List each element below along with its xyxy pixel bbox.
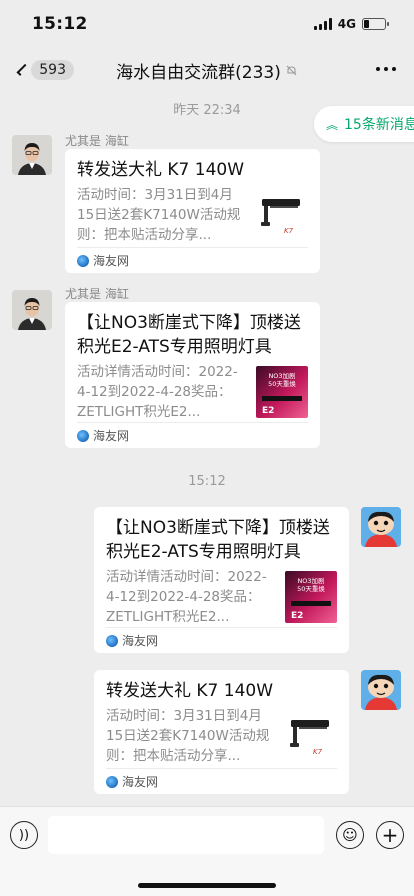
- double-chevron-up-icon: ︽: [326, 117, 339, 132]
- source-name: 海友网: [122, 775, 159, 789]
- avatar-self[interactable]: [361, 507, 401, 547]
- status-bar: 15:12 4G: [0, 0, 414, 48]
- mute-bell-icon: [286, 65, 297, 76]
- avatar-sender[interactable]: [12, 135, 52, 175]
- card-description: 活动时间：3月31日到4月15日送2套K7140W活动规则：把本贴活动分享...: [106, 708, 270, 764]
- link-card[interactable]: 转发送大礼 K7 140W 活动时间：3月31日到4月15日送2套K7140W活…: [65, 149, 320, 273]
- battery-level: [364, 20, 369, 28]
- more-options-button[interactable]: [376, 67, 396, 71]
- chat-title-wrap: 海水自由交流群(233): [0, 58, 414, 83]
- svg-text:K7: K7: [284, 227, 294, 235]
- card-source: 海友网: [77, 422, 308, 448]
- source-logo-icon: [106, 634, 118, 647]
- voice-button[interactable]: )): [10, 821, 38, 849]
- message-input[interactable]: [48, 816, 324, 854]
- chat-area[interactable]: 昨天 22:34 ︽ 15条新消息 尤其是 海缸 转发送大礼 K7 140W 活…: [0, 92, 414, 806]
- promo-line-1: NO3加剧: [268, 371, 295, 380]
- plus-icon: +: [381, 823, 399, 847]
- promo-brand: E2: [262, 406, 274, 416]
- card-source: 海友网: [106, 768, 337, 794]
- card-title: 【让NO3断崖式下降】顶楼送积光E2-ATS专用照明灯具: [77, 313, 301, 357]
- card-thumbnail: K7: [285, 710, 337, 762]
- card-description: 活动详情活动时间：2022-4-12到2022-4-28奖品：ZETLIGHT积…: [77, 364, 238, 420]
- status-icons: 4G: [313, 17, 389, 31]
- source-name: 海友网: [122, 634, 159, 648]
- card-thumbnail: NO3加剧 50天重焕 E2: [256, 366, 308, 418]
- promo-line-1: NO3加剧: [297, 576, 324, 585]
- source-logo-icon: [77, 429, 89, 442]
- avatar-sender[interactable]: [12, 290, 52, 330]
- new-messages-button[interactable]: ︽ 15条新消息: [314, 106, 414, 142]
- sender-name: 尤其是 海缸: [65, 134, 129, 148]
- timestamp-today: 15:12: [188, 474, 226, 489]
- voice-icon: )): [18, 827, 30, 843]
- smiley-icon: ☺: [342, 826, 358, 844]
- card-description: 活动详情活动时间：2022-4-12到2022-4-28奖品：ZETLIGHT积…: [106, 569, 267, 625]
- card-title: 转发送大礼 K7 140W: [106, 681, 274, 701]
- source-name: 海友网: [93, 254, 130, 268]
- source-logo-icon: [106, 775, 118, 788]
- message-input-bar: )) ☺ +: [0, 806, 414, 896]
- link-card[interactable]: 转发送大礼 K7 140W 活动时间：3月31日到4月15日送2套K7140W活…: [94, 670, 349, 794]
- source-name: 海友网: [93, 429, 130, 443]
- card-description: 活动时间：3月31日到4月15日送2套K7140W活动规则：把本贴活动分享...: [77, 187, 241, 243]
- promo-line-2: 50天重焕: [268, 379, 296, 388]
- card-thumbnail: K7: [256, 189, 308, 241]
- sender-name: 尤其是 海缸: [65, 287, 129, 301]
- promo-line-2: 50天重焕: [297, 584, 325, 593]
- chat-header: 593 海水自由交流群(233): [0, 48, 414, 92]
- card-source: 海友网: [106, 627, 337, 653]
- more-actions-button[interactable]: +: [376, 821, 404, 849]
- card-title: 【让NO3断崖式下降】顶楼送积光E2-ATS专用照明灯具: [106, 518, 330, 562]
- link-card[interactable]: 【让NO3断崖式下降】顶楼送积光E2-ATS专用照明灯具 活动详情活动时间：20…: [65, 302, 320, 448]
- home-indicator: [138, 883, 276, 888]
- source-logo-icon: [77, 254, 89, 267]
- svg-text:K7: K7: [313, 748, 323, 756]
- promo-brand: E2: [291, 611, 303, 621]
- signal-icon: [313, 18, 332, 30]
- emoji-button[interactable]: ☺: [336, 821, 364, 849]
- new-messages-label: 15条新消息: [344, 117, 414, 133]
- card-source: 海友网: [77, 247, 308, 273]
- card-thumbnail: NO3加剧 50天重焕 E2: [285, 571, 337, 623]
- avatar-self[interactable]: [361, 670, 401, 710]
- network-type: 4G: [337, 17, 356, 31]
- chat-title: 海水自由交流群(233): [116, 63, 281, 83]
- card-title: 转发送大礼 K7 140W: [77, 160, 245, 180]
- status-time: 15:12: [32, 14, 88, 34]
- battery-icon: [362, 18, 389, 30]
- link-card[interactable]: 【让NO3断崖式下降】顶楼送积光E2-ATS专用照明灯具 活动详情活动时间：20…: [94, 507, 349, 653]
